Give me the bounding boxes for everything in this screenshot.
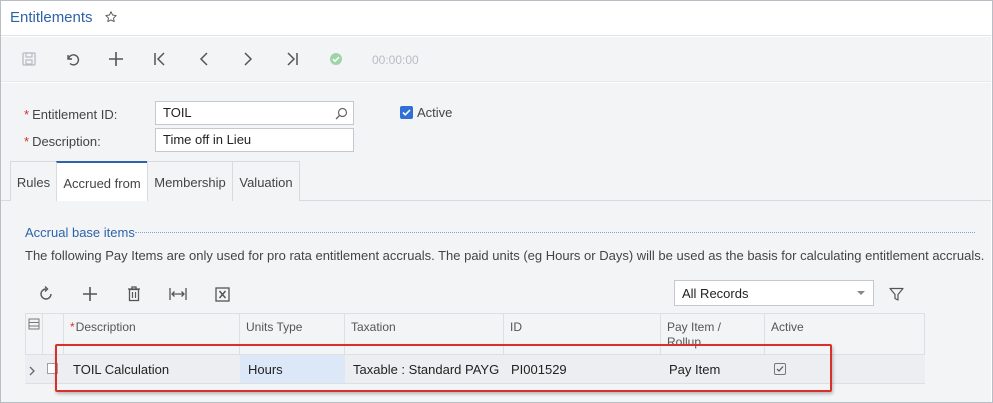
row-settings-header[interactable] (25, 313, 43, 355)
search-icon[interactable] (335, 107, 348, 120)
star-outline-icon[interactable] (104, 10, 118, 24)
column-header-id[interactable]: ID (504, 313, 661, 355)
active-label: Active (417, 105, 453, 120)
record-toolbar: 00:00:00 (1, 37, 991, 82)
cell-taxation[interactable]: Taxable : Standard PAYG (345, 355, 504, 384)
select-all-header (43, 313, 64, 355)
add-row-icon[interactable] (81, 285, 99, 303)
cell-active[interactable] (765, 355, 925, 384)
previous-record-icon[interactable] (195, 50, 213, 68)
cell-description[interactable]: TOIL Calculation (64, 355, 240, 384)
page-title: Entitlements (10, 9, 93, 26)
tab-accrued-from[interactable]: Accrued from (56, 161, 148, 202)
description-value: Time off in Lieu (163, 132, 252, 147)
check-circle-icon[interactable] (327, 50, 345, 68)
active-checkbox[interactable] (400, 106, 413, 119)
cell-units-type[interactable]: Hours (240, 355, 345, 384)
first-record-icon[interactable] (151, 50, 169, 68)
undo-icon[interactable] (63, 50, 81, 68)
chevron-down-icon (857, 291, 865, 295)
description-field[interactable]: Time off in Lieu (155, 128, 354, 152)
column-header-units-type[interactable]: Units Type (240, 313, 345, 355)
cell-id[interactable]: PI001529 (504, 355, 661, 384)
tab-rules[interactable]: Rules (10, 161, 57, 201)
entitlement-id-label: * Entitlement ID: (24, 107, 118, 122)
chevron-right-icon[interactable] (28, 366, 36, 376)
row-expand-cell[interactable] (25, 355, 43, 384)
refresh-icon[interactable] (37, 285, 55, 303)
records-filter-value: All Records (682, 286, 749, 301)
add-icon[interactable] (107, 50, 125, 68)
active-row-checkbox[interactable] (774, 363, 786, 375)
timer-display: 00:00:00 (372, 53, 419, 67)
entitlement-form: * Entitlement ID: TOIL * Description: Time… (1, 83, 991, 161)
section-description: The following Pay Items are only used fo… (25, 248, 985, 263)
tab-bar: Rules Accrued from Membership Valuation (1, 161, 991, 202)
last-record-icon[interactable] (283, 50, 301, 68)
accrued-from-panel: Accrual base items The following Pay Ite… (1, 201, 991, 402)
entitlement-id-field[interactable]: TOIL (155, 101, 354, 125)
column-header-description[interactable]: *Description (64, 313, 240, 355)
filter-icon[interactable] (887, 285, 905, 303)
cell-pay-item-rollup[interactable]: Pay Item (661, 355, 765, 384)
save-icon[interactable] (20, 50, 38, 68)
row-select-cell[interactable] (43, 355, 64, 384)
column-header-taxation[interactable]: Taxation (345, 313, 504, 355)
columns-config-icon[interactable] (28, 318, 40, 330)
export-excel-icon[interactable] (213, 285, 231, 303)
next-record-icon[interactable] (239, 50, 257, 68)
section-title: Accrual base items (25, 225, 135, 240)
delete-icon[interactable] (125, 285, 143, 303)
tab-membership[interactable]: Membership (147, 161, 233, 201)
column-header-pay-item-rollup[interactable]: Pay Item / Rollup (661, 313, 765, 355)
section-divider (135, 232, 975, 233)
accrual-base-items-grid: *Description Units Type Taxation ID Pay … (25, 313, 925, 402)
row-checkbox[interactable] (47, 363, 58, 374)
description-label: * Description: (24, 134, 101, 149)
title-bar: Entitlements (1, 1, 991, 36)
records-filter-select[interactable]: All Records (674, 280, 874, 306)
column-header-active[interactable]: Active (765, 313, 925, 355)
fit-columns-icon[interactable] (169, 285, 187, 303)
tab-valuation[interactable]: Valuation (232, 161, 300, 201)
entitlement-id-value: TOIL (163, 105, 192, 120)
